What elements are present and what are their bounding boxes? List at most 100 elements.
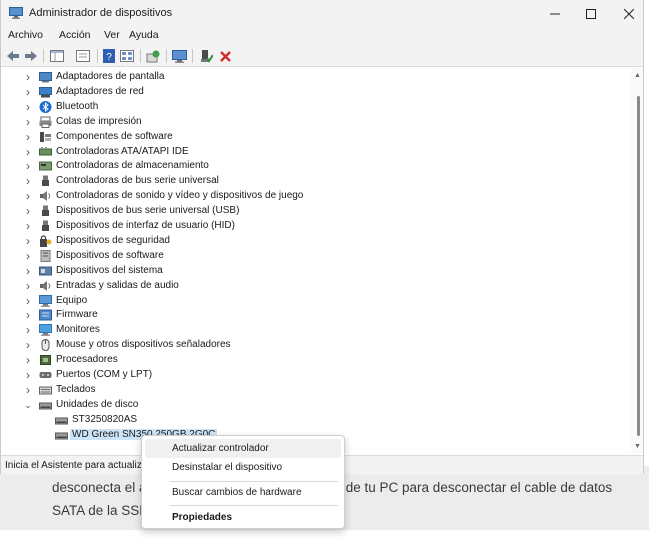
enable-device-button[interactable] [198,48,214,64]
chevron-right-icon[interactable]: › [23,339,33,351]
chevron-right-icon[interactable]: › [23,265,33,277]
menu-item-properties[interactable]: Propiedades [145,508,341,527]
tree-item[interactable]: › Controladoras ATA/ATAPI IDE [1,145,601,160]
maximize-button[interactable] [570,0,612,27]
menu-item-update-driver[interactable]: Actualizar controlador [145,439,341,458]
properties-sheet-icon [76,50,90,62]
tree-item-label: Firmware [56,309,98,321]
scrollbar-thumb[interactable] [637,96,640,436]
chevron-right-icon[interactable]: › [23,384,33,396]
close-button[interactable] [608,0,649,27]
display-adapter-icon [39,71,52,83]
tree-item-label: Monitores [56,324,100,336]
tree-item[interactable]: › Mouse y otros dispositivos señaladores [1,338,601,353]
menu-ayuda[interactable]: Ayuda [129,29,159,41]
uninstall-device-button[interactable] [217,48,233,64]
firmware-icon [39,309,52,321]
tree-item-label: Mouse y otros dispositivos señaladores [56,339,231,351]
chevron-right-icon[interactable]: › [23,280,33,292]
storage-controller-icon [39,160,52,172]
tree-item[interactable]: ST3250820AS [1,413,601,428]
menu-archivo[interactable]: Archivo [8,29,43,41]
toolbar-separator [166,49,167,63]
menu-item-label: Desinstalar el dispositivo [172,462,283,473]
chevron-right-icon[interactable]: › [23,131,33,143]
tree-item[interactable]: › Monitores [1,323,601,338]
tree-item[interactable]: › Bluetooth [1,100,601,115]
tree-item-label: Controladoras de sonido y vídeo y dispos… [56,190,304,202]
chevron-right-icon[interactable]: › [23,295,33,307]
properties-sheet-button[interactable] [75,48,91,64]
menu-separator [170,481,338,482]
console-tree-icon [50,50,64,62]
tree-item[interactable]: › Teclados [1,383,601,398]
title-bar[interactable]: Administrador de dispositivos [1,0,643,27]
tree-item[interactable]: › Adaptadores de pantalla [1,70,601,85]
delete-x-icon [219,50,231,62]
toolbar-separator [43,49,44,63]
tree-item[interactable]: › Puertos (COM y LPT) [1,368,601,383]
chevron-right-icon[interactable]: › [23,116,33,128]
tree-item[interactable]: › Adaptadores de red [1,85,601,100]
update-driver-button[interactable] [145,48,161,64]
tree-item[interactable]: › Procesadores [1,353,601,368]
chevron-right-icon[interactable]: › [23,324,33,336]
help-button[interactable]: ? [101,48,117,64]
chevron-right-icon[interactable]: › [23,205,33,217]
update-driver-icon [146,50,160,62]
tree-item[interactable]: › Controladoras de almacenamiento [1,159,601,174]
bluetooth-icon [39,100,52,113]
tree-item[interactable]: › Dispositivos de seguridad [1,234,601,249]
show-hide-tree-button[interactable] [49,48,65,64]
window-title: Administrador de dispositivos [29,7,173,19]
software-component-icon [39,131,52,143]
menu-item-label: Buscar cambios de hardware [172,487,302,498]
chevron-right-icon[interactable]: › [23,146,33,158]
chevron-down-icon[interactable]: ⌄ [23,400,33,410]
tree-item[interactable]: › Equipo [1,294,601,309]
menu-accion[interactable]: Acción [59,29,91,41]
tree-item-label: Equipo [56,294,88,306]
chevron-right-icon[interactable]: › [23,101,33,113]
tree-item[interactable]: › Componentes de software [1,130,601,145]
tree-item[interactable]: › Entradas y salidas de audio [1,279,601,294]
menu-item-uninstall-device[interactable]: Desinstalar el dispositivo [145,458,341,477]
minimize-icon [550,13,560,14]
scroll-down-arrow-icon[interactable]: ▼ [634,443,641,450]
tree-item-label: Puertos (COM y LPT) [56,369,153,380]
article-line-1-end: or de tu PC para desconectar el cable de… [330,480,613,495]
chevron-right-icon[interactable]: › [23,220,33,232]
chevron-right-icon[interactable]: › [23,309,33,321]
scroll-up-arrow-icon[interactable]: ▲ [634,72,641,79]
chevron-right-icon[interactable]: › [23,160,33,172]
device-tree[interactable]: › Adaptadores de pantalla › Adaptadores de … [1,68,631,454]
tree-item-label: Controladoras de bus serie universal [56,175,219,187]
tree-item[interactable]: › Controladoras de bus serie universal [1,174,601,189]
chevron-right-icon[interactable]: › [23,175,33,187]
chevron-right-icon[interactable]: › [23,369,33,381]
chevron-right-icon[interactable]: › [23,190,33,202]
scan-hardware-button[interactable] [171,48,187,64]
chevron-right-icon[interactable]: › [23,250,33,262]
tree-item-label: Bluetooth [56,100,99,112]
tree-item[interactable]: › Dispositivos del sistema [1,264,601,279]
chevron-right-icon[interactable]: › [23,86,33,98]
view-button[interactable] [119,48,135,64]
tree-item[interactable]: › Dispositivos de interfaz de usuario (HI… [1,219,601,234]
tree-item-label: Componentes de software [56,130,173,142]
back-button[interactable] [5,48,21,64]
tree-item[interactable]: › Controladoras de sonido y vídeo y dispo… [1,189,601,204]
menu-item-scan-hardware[interactable]: Buscar cambios de hardware [145,483,341,502]
chevron-right-icon[interactable]: › [23,235,33,247]
chevron-right-icon[interactable]: › [23,71,33,83]
tree-item[interactable]: › Firmware [1,308,601,323]
tree-item[interactable]: › Dispositivos de bus serie universal (US… [1,204,601,219]
chevron-right-icon[interactable]: › [23,354,33,366]
menu-ver[interactable]: Ver [104,29,120,41]
tree-item[interactable]: › Colas de impresión [1,115,601,130]
tree-item[interactable]: ⌄ Unidades de disco [1,398,601,413]
tree-item-label: Entradas y salidas de audio [56,279,179,291]
forward-button[interactable] [23,48,39,64]
tree-item[interactable]: › Dispositivos de software [1,249,601,264]
tree-item-label: Dispositivos de software [56,249,164,261]
